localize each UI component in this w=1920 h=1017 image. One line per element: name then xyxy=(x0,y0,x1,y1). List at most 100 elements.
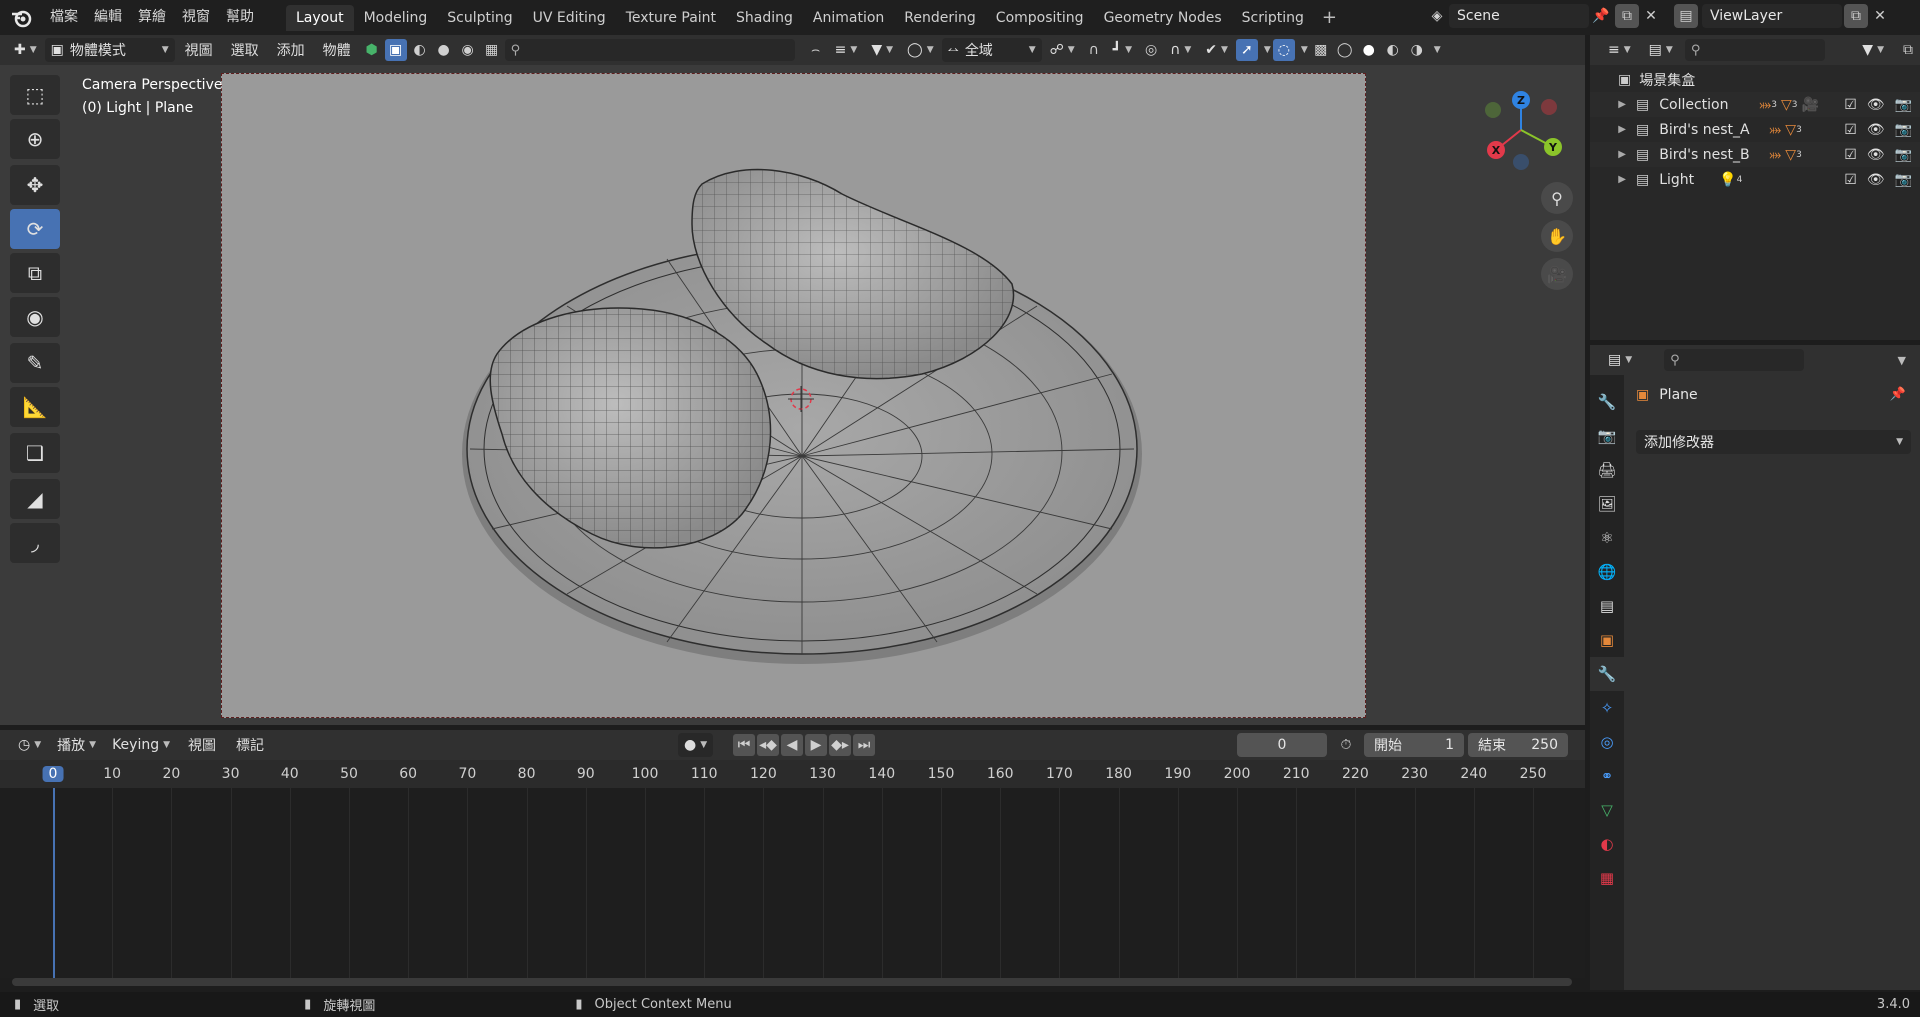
prev-keyframe-icon[interactable]: ◂◆ xyxy=(757,734,779,756)
tab-shading[interactable]: Shading xyxy=(726,5,803,31)
snap-target-dropdown[interactable]: ◯ ▼ xyxy=(901,38,940,62)
select-box-tool[interactable]: ⬚ xyxy=(10,75,60,115)
end-frame-field[interactable]: 結束 250 xyxy=(1468,733,1568,757)
outliner-editor-type-dropdown[interactable]: ≡ ▼ xyxy=(1602,38,1637,62)
pin-icon[interactable]: 📌 xyxy=(1890,387,1906,402)
outliner-filter-dropdown[interactable]: ▼ ▼ xyxy=(1856,38,1890,62)
menu-select[interactable]: 選取 xyxy=(223,40,267,60)
preview-range-icon[interactable]: ⏱ xyxy=(1335,734,1357,756)
delete-view-layer-icon[interactable]: ✕ xyxy=(1868,4,1892,28)
xray-toggle-icon[interactable]: ▩ xyxy=(1310,39,1332,61)
viewport-search-field[interactable]: ⚲ xyxy=(504,39,795,61)
view-layer-name-field[interactable]: ViewLayer xyxy=(1702,4,1842,28)
collection-color-icon[interactable]: ⬢ xyxy=(361,39,383,61)
display-mode-dropdown[interactable]: ▤ ▼ xyxy=(1643,38,1679,62)
start-frame-field[interactable]: 開始 1 xyxy=(1364,733,1464,757)
tab-rendering[interactable]: Rendering xyxy=(894,5,986,31)
render-tab[interactable]: 📷 xyxy=(1590,419,1624,453)
shear-tool[interactable]: ◢ xyxy=(10,479,60,519)
bend-tool[interactable]: ◞ xyxy=(10,523,60,563)
properties-search-field[interactable]: ⚲ xyxy=(1664,349,1805,371)
expand-arrow-icon[interactable]: ▶ xyxy=(1590,174,1626,185)
camera-view-button[interactable]: 🎥 xyxy=(1541,258,1573,290)
properties-editor-type-dropdown[interactable]: ▤ ▼ xyxy=(1602,348,1638,372)
texture-icon[interactable]: ▦ xyxy=(481,39,503,61)
exclude-checkbox[interactable]: ☑ xyxy=(1844,122,1857,138)
render-camera-icon[interactable]: 📷 xyxy=(1895,147,1912,163)
navigation-gizmo[interactable]: Z X Y xyxy=(1476,85,1566,175)
snap-magnet-icon[interactable]: ∩ xyxy=(1083,39,1105,61)
tab-uv-editing[interactable]: UV Editing xyxy=(523,5,616,31)
render-camera-icon[interactable]: 📷 xyxy=(1895,122,1912,138)
menu-help[interactable]: 幫助 xyxy=(218,0,262,35)
exclude-checkbox[interactable]: ☑ xyxy=(1844,97,1857,113)
scene-browse-icon[interactable]: ◈ xyxy=(1425,4,1449,28)
menu-render[interactable]: 算繪 xyxy=(130,0,174,35)
visibility-eye-icon[interactable]: 👁 xyxy=(1867,172,1885,188)
render-camera-icon[interactable]: 📷 xyxy=(1895,97,1912,113)
blender-logo-icon[interactable] xyxy=(10,7,32,29)
tab-animation[interactable]: Animation xyxy=(803,5,894,31)
tab-texture-paint[interactable]: Texture Paint xyxy=(616,5,726,31)
rendered-shading-icon[interactable]: ◑ xyxy=(1406,39,1428,61)
physics-tab[interactable]: ◎ xyxy=(1590,725,1624,759)
playback-menu[interactable]: 播放 ▼ xyxy=(51,733,102,757)
visibility-eye-icon[interactable]: 👁 xyxy=(1867,97,1885,113)
outliner-root[interactable]: ▣ 場景集盒 xyxy=(1590,67,1920,92)
shading-rendered-icon[interactable]: ◉ xyxy=(457,39,479,61)
zoom-button[interactable]: ⚲ xyxy=(1541,182,1573,214)
view-layer-browse-icon[interactable]: ▤ xyxy=(1674,4,1698,28)
play-icon[interactable]: ▶ xyxy=(805,734,827,756)
editor-type-dropdown[interactable]: ✚ ▼ xyxy=(8,38,43,62)
shading-dropdown-icon[interactable]: ▼ xyxy=(1434,45,1441,55)
outliner-item-birds-nest-a[interactable]: ▶ ▤ Bird's nest_A ⤗ ▽ 3 ☑ 👁 📷 xyxy=(1590,117,1920,142)
curve-icon[interactable]: ⌢ xyxy=(805,39,827,61)
cursor-tool[interactable]: ⊕ xyxy=(10,119,60,159)
proportional-edit-icon[interactable]: ◎ xyxy=(1140,39,1162,61)
exclude-checkbox[interactable]: ☑ xyxy=(1844,172,1857,188)
next-keyframe-icon[interactable]: ◆▸ xyxy=(829,734,851,756)
pan-button[interactable]: ✋ xyxy=(1541,220,1573,252)
outliner-item-collection[interactable]: ▶ ▤ Collection ⤗ 3 ▽ 3 🎥 ☑ 👁 📷 xyxy=(1590,92,1920,117)
add-modifier-dropdown[interactable]: 添加修改器 ▼ xyxy=(1636,430,1911,454)
current-frame-field[interactable]: 0 xyxy=(1237,733,1327,757)
measure-tool[interactable]: 📐 xyxy=(10,387,60,427)
timeline-view-menu[interactable]: 視圖 xyxy=(180,735,224,755)
delete-scene-icon[interactable]: ✕ xyxy=(1639,4,1663,28)
render-camera-icon[interactable]: 📷 xyxy=(1895,172,1912,188)
tab-scripting[interactable]: Scripting xyxy=(1232,5,1314,31)
expand-arrow-icon[interactable]: ▶ xyxy=(1590,149,1626,160)
material-shading-icon[interactable]: ◐ xyxy=(1382,39,1404,61)
jump-start-icon[interactable]: ⏮ xyxy=(733,734,755,756)
snap-increment-dropdown[interactable]: ┛ ▼ xyxy=(1107,38,1138,62)
outliner-search-field[interactable]: ⚲ xyxy=(1684,39,1825,61)
exclude-checkbox[interactable]: ☑ xyxy=(1844,147,1857,163)
tab-layout[interactable]: Layout xyxy=(286,4,354,31)
transform-tool[interactable]: ◉ xyxy=(10,297,60,337)
shading-solid-icon[interactable]: ◐ xyxy=(409,39,431,61)
gizmo-neg-x-icon[interactable] xyxy=(1541,99,1557,115)
falloff-dropdown[interactable]: ∩ ▼ xyxy=(1164,38,1197,62)
expand-arrow-icon[interactable]: ▶ xyxy=(1590,99,1626,110)
gizmo-neg-z-icon[interactable] xyxy=(1513,154,1529,170)
menu-window[interactable]: 視窗 xyxy=(174,0,218,35)
menu-edit[interactable]: 編輯 xyxy=(86,0,130,35)
timeline-ruler[interactable]: 0 10 20 30 40 50 60 70 80 90 100 110 120 130 140 150 160… xyxy=(0,760,1585,788)
timeline-keyframes-area[interactable] xyxy=(0,788,1585,986)
menu-object[interactable]: 物體 xyxy=(315,40,359,60)
scene-tab[interactable]: ⚛ xyxy=(1590,521,1624,555)
pin-icon[interactable]: 📌 xyxy=(1589,4,1613,28)
data-tab[interactable]: ▽ xyxy=(1590,793,1624,827)
overlay-dropdown-icon[interactable]: ▼ xyxy=(1301,45,1308,55)
3d-viewport[interactable]: Camera Perspective (0) Light | Plane ⬚ ⊕… xyxy=(0,65,1585,725)
object-tab[interactable]: ▣ xyxy=(1590,623,1624,657)
transform-orientation-dropdown[interactable]: ⥎ 全域 ▼ xyxy=(941,38,1042,62)
play-reverse-icon[interactable]: ◀ xyxy=(781,734,803,756)
modifier-tab[interactable]: 🔧 xyxy=(1590,657,1624,691)
timeline-scrollbar[interactable] xyxy=(12,978,1572,986)
solid-shading-icon[interactable]: ● xyxy=(1358,39,1380,61)
timeline-marker-menu[interactable]: 標記 xyxy=(228,735,272,755)
expand-arrow-icon[interactable]: ▶ xyxy=(1590,124,1626,135)
add-cube-tool[interactable]: ❑ xyxy=(10,433,60,473)
jump-end-icon[interactable]: ⏭ xyxy=(853,734,875,756)
